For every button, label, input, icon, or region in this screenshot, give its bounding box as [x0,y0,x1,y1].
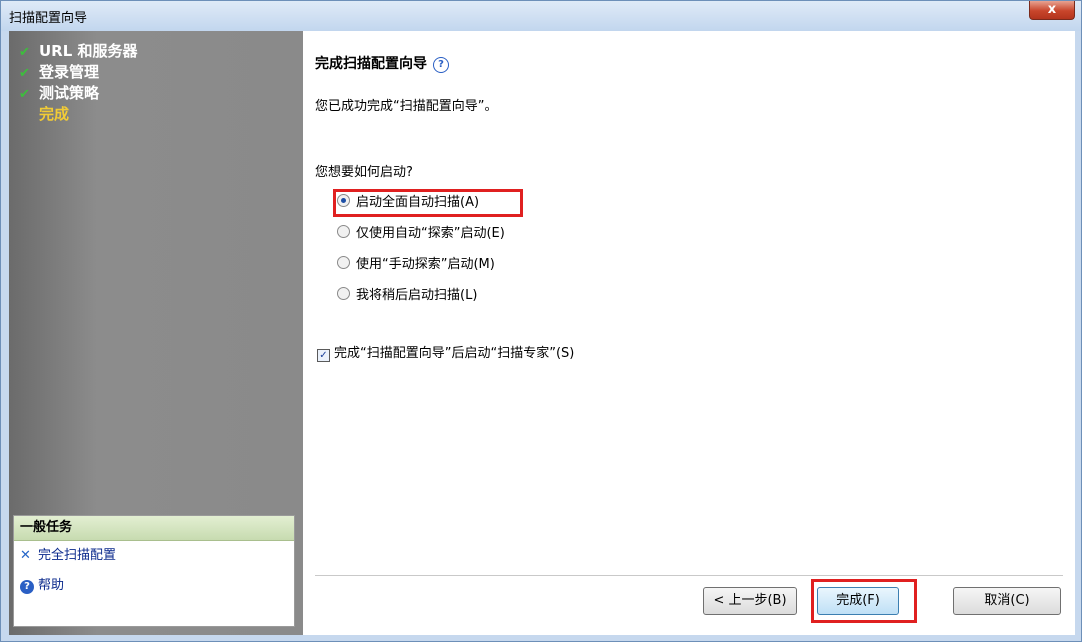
task-label: 完全扫描配置 [38,548,117,563]
cancel-button[interactable]: 取消(C) [953,587,1061,615]
divider [315,575,1063,576]
start-question: 您想要如何启动? [315,165,413,180]
radio-unselected[interactable] [337,256,350,269]
content-pane: 完成扫描配置向导? 您已成功完成“扫描配置向导”。 您想要如何启动? 启动全面自… [303,31,1075,635]
step-test-policy: ✔ 测试策略 [19,83,138,104]
task-help[interactable]: ? 帮助 [14,571,294,601]
wizard-window: 扫描配置向导 x ✔ URL 和服务器 ✔ 登录管理 ✔ 测试策略 完成 一般任… [0,0,1082,642]
option-auto-explore[interactable]: 仅使用自动“探索”启动(E) [337,223,505,245]
tools-icon: ✕ [20,548,31,563]
radio-selected[interactable] [337,194,350,207]
step-login: ✔ 登录管理 [19,62,138,83]
step-list: ✔ URL 和服务器 ✔ 登录管理 ✔ 测试策略 完成 [19,41,138,125]
steps-pane: ✔ URL 和服务器 ✔ 登录管理 ✔ 测试策略 完成 一般任务 ✕ 完全扫描配置 [9,31,303,635]
option-start-later[interactable]: 我将稍后启动扫描(L) [337,285,477,307]
task-label: 帮助 [38,578,65,593]
option-label: 仅使用自动“探索”启动(E) [356,226,505,241]
option-manual-explore[interactable]: 使用“手动探索”启动(M) [337,254,495,276]
close-icon: x [1047,2,1057,17]
page-heading: 完成扫描配置向导? [315,53,449,73]
general-tasks-panel: 一般任务 ✕ 完全扫描配置 ? 帮助 [13,515,295,627]
step-label: 完成 [39,105,70,123]
close-button[interactable]: x [1029,1,1075,20]
task-full-scan-config[interactable]: ✕ 完全扫描配置 [14,541,294,571]
checkmark-icon: ✔ [19,45,30,60]
start-expert-checkbox-row[interactable]: ✓ 完成“扫描配置向导”后启动“扫描专家”(S) [317,343,574,365]
radio-unselected[interactable] [337,225,350,238]
back-button[interactable]: < 上一步(B) [703,587,797,615]
finish-button[interactable]: 完成(F) [817,587,899,615]
option-label: 启动全面自动扫描(A) [356,195,480,210]
tasks-header: 一般任务 [14,516,294,541]
completed-message: 您已成功完成“扫描配置向导”。 [315,99,498,114]
checkmark-icon: ✔ [19,87,30,102]
window-title: 扫描配置向导 [9,11,88,26]
step-url-server: ✔ URL 和服务器 [19,41,138,62]
step-label: 登录管理 [39,63,100,81]
start-expert-checkbox[interactable]: ✓ [317,349,330,362]
step-label: URL 和服务器 [39,42,138,60]
option-label: 使用“手动探索”启动(M) [356,257,495,272]
step-finish-current: 完成 [19,104,138,125]
option-label: 我将稍后启动扫描(L) [356,288,478,303]
step-label: 测试策略 [39,84,100,102]
checkmark-icon: ✔ [19,66,30,81]
checkbox-label: 完成“扫描配置向导”后启动“扫描专家”(S) [334,346,575,361]
title-bar: 扫描配置向导 x [1,1,1081,31]
help-icon: ? [20,580,34,594]
page-title: 完成扫描配置向导 [315,56,427,72]
radio-unselected[interactable] [337,287,350,300]
question-help-icon[interactable]: ? [433,57,449,73]
wizard-client: ✔ URL 和服务器 ✔ 登录管理 ✔ 测试策略 完成 一般任务 ✕ 完全扫描配置 [9,31,1075,635]
option-full-auto-scan[interactable]: 启动全面自动扫描(A) [337,192,479,214]
